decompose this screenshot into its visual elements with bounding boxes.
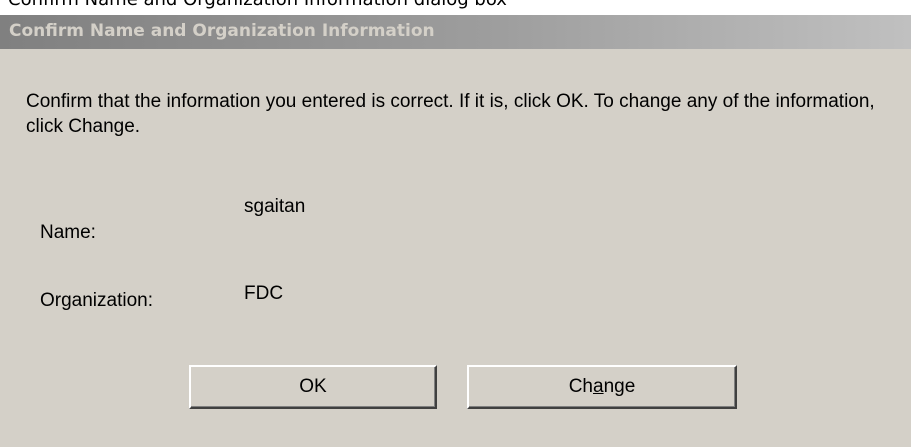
change-button[interactable]: Change	[467, 365, 737, 409]
ok-button-label: OK	[299, 376, 327, 397]
instruction-text: Confirm that the information you entered…	[26, 91, 875, 137]
organization-value: FDC	[244, 283, 284, 304]
title-bar[interactable]: Confirm Name and Organization Informatio…	[0, 15, 911, 49]
change-label-start: Ch	[568, 376, 593, 397]
caption-text: Confirm Name and Organization Informatio…	[8, 0, 507, 10]
caption-strip: Confirm Name and Organization Informatio…	[0, 0, 911, 14]
change-button-label: Change	[569, 376, 636, 398]
organization-label: Organization:	[40, 290, 154, 311]
name-label: Name:	[40, 222, 96, 243]
confirm-dialog: Confirm Name and Organization Informatio…	[0, 14, 911, 447]
change-label-end: nge	[603, 376, 636, 397]
name-value: sgaitan	[244, 196, 306, 217]
change-label-mnemonic: a	[593, 376, 604, 397]
ok-button[interactable]: OK	[189, 365, 437, 409]
dialog-title: Confirm Name and Organization Informatio…	[9, 21, 435, 41]
